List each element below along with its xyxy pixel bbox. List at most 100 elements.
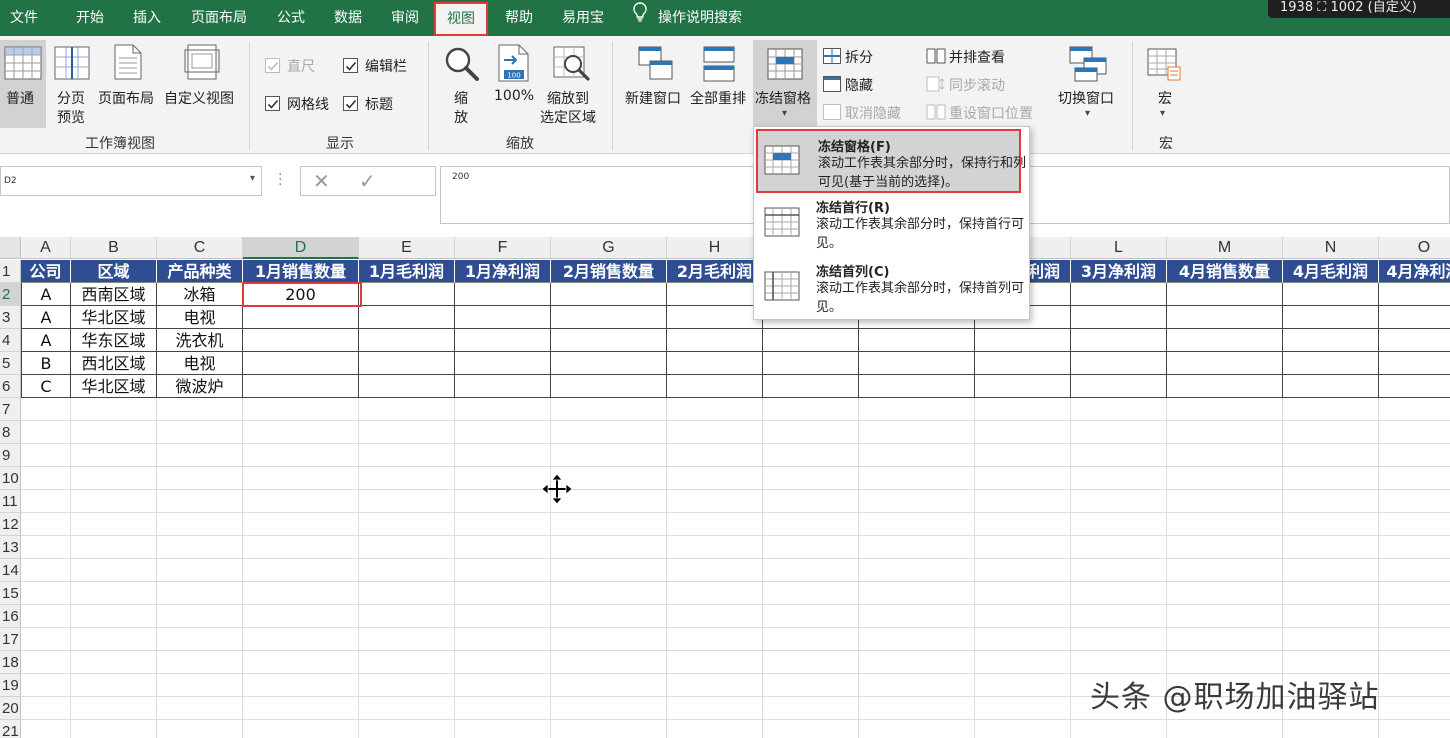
grid-cell[interactable]: [859, 467, 975, 490]
grid-cell[interactable]: [359, 720, 455, 738]
grid-cell[interactable]: C: [21, 375, 71, 398]
grid-cell[interactable]: [1379, 490, 1450, 513]
grid-cell[interactable]: [359, 467, 455, 490]
grid-cell[interactable]: 微波炉: [157, 375, 243, 398]
grid-cell[interactable]: [21, 605, 71, 628]
grid-cell[interactable]: [359, 651, 455, 674]
grid-cell[interactable]: [21, 490, 71, 513]
row-header-8[interactable]: 8: [0, 421, 21, 444]
header-cell[interactable]: 产品种类: [157, 260, 243, 283]
grid-cell[interactable]: [1379, 421, 1450, 444]
grid-cell[interactable]: [1379, 720, 1450, 738]
grid-cell[interactable]: [667, 375, 763, 398]
grid-cell[interactable]: [551, 421, 667, 444]
grid-cell[interactable]: [763, 444, 859, 467]
grid-cell[interactable]: [859, 582, 975, 605]
grid-cell[interactable]: [243, 720, 359, 738]
grid-cell[interactable]: [1071, 559, 1167, 582]
column-header-c[interactable]: C: [157, 237, 243, 259]
header-cell[interactable]: 4月净利润: [1379, 260, 1450, 283]
grid-cell[interactable]: [859, 559, 975, 582]
grid-cell[interactable]: [1283, 283, 1379, 306]
grid-cell[interactable]: [667, 536, 763, 559]
grid-cell[interactable]: [71, 582, 157, 605]
grid-cell[interactable]: [667, 582, 763, 605]
grid-cell[interactable]: [71, 628, 157, 651]
grid-cell[interactable]: [157, 674, 243, 697]
header-cell[interactable]: 4月销售数量: [1167, 260, 1283, 283]
grid-cell[interactable]: [551, 283, 667, 306]
grid-cell[interactable]: 洗衣机: [157, 329, 243, 352]
grid-cell[interactable]: [243, 467, 359, 490]
grid-cell[interactable]: [551, 605, 667, 628]
grid-cell[interactable]: [763, 490, 859, 513]
row-header-17[interactable]: 17: [0, 628, 21, 651]
grid-cell[interactable]: [71, 513, 157, 536]
grid-cell[interactable]: [1379, 582, 1450, 605]
unhide-window-button[interactable]: 取消隐藏: [845, 103, 901, 123]
grid-cell[interactable]: [243, 559, 359, 582]
grid-cell[interactable]: [975, 444, 1071, 467]
grid-cell[interactable]: B: [21, 352, 71, 375]
grid-cell[interactable]: [1283, 306, 1379, 329]
grid-cell[interactable]: [1379, 605, 1450, 628]
grid-cell[interactable]: [1379, 283, 1450, 306]
grid-cell[interactable]: [975, 398, 1071, 421]
grid-cell[interactable]: [667, 444, 763, 467]
row-header-11[interactable]: 11: [0, 490, 21, 513]
grid-cell[interactable]: [157, 559, 243, 582]
grid-cell[interactable]: [551, 582, 667, 605]
arrange-all-button[interactable]: 全部重排: [690, 88, 746, 108]
header-cell[interactable]: 4月毛利润: [1283, 260, 1379, 283]
grid-cell[interactable]: [243, 329, 359, 352]
grid-cell[interactable]: [1379, 306, 1450, 329]
row-header-6[interactable]: 6: [0, 375, 21, 398]
grid-cell[interactable]: [975, 720, 1071, 738]
grid-cell[interactable]: [455, 559, 551, 582]
grid-cell[interactable]: [359, 398, 455, 421]
row-header-10[interactable]: 10: [0, 467, 21, 490]
grid-cell[interactable]: [1071, 490, 1167, 513]
grid-cell[interactable]: [975, 513, 1071, 536]
column-header-l[interactable]: L: [1071, 237, 1167, 259]
grid-cell[interactable]: [157, 628, 243, 651]
grid-cell[interactable]: [359, 421, 455, 444]
grid-cell[interactable]: [859, 651, 975, 674]
grid-cell[interactable]: [763, 697, 859, 720]
grid-cell[interactable]: [1283, 444, 1379, 467]
column-header-e[interactable]: E: [359, 237, 455, 259]
grid-cell[interactable]: [859, 513, 975, 536]
split-button[interactable]: 拆分: [845, 47, 873, 67]
column-header-b[interactable]: B: [71, 237, 157, 259]
grid-cell[interactable]: [667, 398, 763, 421]
grid-cell[interactable]: [667, 720, 763, 738]
grid-cell[interactable]: [1379, 329, 1450, 352]
grid-cell[interactable]: [1379, 467, 1450, 490]
tab-formulas[interactable]: 公式: [266, 0, 316, 36]
grid-cell[interactable]: [1283, 720, 1379, 738]
row-header-12[interactable]: 12: [0, 513, 21, 536]
worksheet-grid[interactable]: ABCDEFGHIJKLMNO1公司区域产品种类1月销售数量1月毛利润1月净利润…: [0, 237, 1450, 738]
grid-cell[interactable]: [667, 283, 763, 306]
grid-cell[interactable]: [1071, 375, 1167, 398]
grid-cell[interactable]: [21, 421, 71, 444]
grid-cell[interactable]: [763, 628, 859, 651]
grid-cell[interactable]: [71, 490, 157, 513]
grid-cell[interactable]: [667, 467, 763, 490]
grid-cell[interactable]: [1167, 720, 1283, 738]
grid-cell[interactable]: [763, 329, 859, 352]
grid-cell[interactable]: 电视: [157, 352, 243, 375]
grid-cell[interactable]: [551, 375, 667, 398]
grid-cell[interactable]: [1071, 513, 1167, 536]
grid-cell[interactable]: [975, 559, 1071, 582]
tab-help[interactable]: 帮助: [494, 0, 544, 36]
grid-cell[interactable]: [975, 375, 1071, 398]
grid-cell[interactable]: [71, 421, 157, 444]
grid-cell[interactable]: [1167, 306, 1283, 329]
header-cell[interactable]: 1月毛利润: [359, 260, 455, 283]
grid-cell[interactable]: [763, 421, 859, 444]
grid-cell[interactable]: [157, 536, 243, 559]
grid-cell[interactable]: [243, 421, 359, 444]
grid-cell[interactable]: [1167, 582, 1283, 605]
grid-cell[interactable]: [21, 697, 71, 720]
